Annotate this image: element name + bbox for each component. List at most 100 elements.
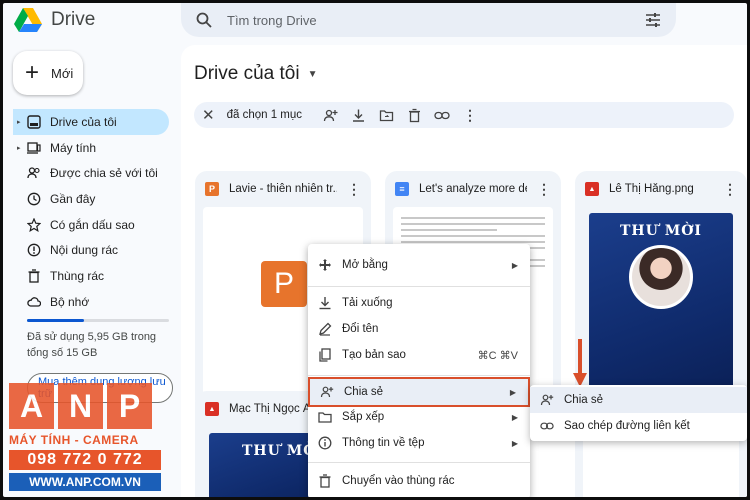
menu-item-label: Chia sẻ [564,394,603,406]
chevron-right-icon: ▶ [509,387,516,397]
trash-icon[interactable] [406,107,422,123]
menu-item-label: Sao chép đường liên kết [564,420,690,432]
menu-item-organize[interactable]: Sắp xếp ▶ [308,404,530,430]
text-line [401,235,545,237]
menu-item-share-with-people[interactable]: Chia sẻ [530,387,747,413]
watermark-letter: A [9,383,54,429]
menu-item-open-with[interactable]: Mở bằng ▶ [308,252,530,278]
cloud-icon [27,296,41,307]
context-menu: Mở bằng ▶ Tải xuống Đổi tên Tạo bản sao … [308,244,530,497]
menu-item-move-to-trash[interactable]: Chuyển vào thùng rác [308,468,530,494]
expand-arrow-icon[interactable]: ▸ [17,118,21,126]
keyboard-shortcut: ⌘C ⌘V [477,349,518,362]
trash-icon [318,474,332,488]
slides-file-icon: P [205,182,219,196]
menu-item-label: Chuyển vào thùng rác [342,475,455,487]
trash-icon [28,269,40,283]
search-input[interactable]: Tìm trong Drive [227,13,317,28]
menu-item-make-copy[interactable]: Tạo bản sao ⌘C ⌘V [308,342,530,368]
more-vert-icon[interactable]: ⋮ [347,181,361,198]
chevron-right-icon: ▶ [511,438,518,448]
text-line [401,229,497,231]
share-submenu: Chia sẻ Sao chép đường liên kết [530,385,747,441]
text-line [401,223,545,225]
slides-thumbnail-icon: P [261,261,307,307]
sidebar-item-starred[interactable]: Có gắn dấu sao [3,212,173,238]
move-icon [318,258,332,272]
move-to-folder-icon[interactable] [378,107,394,123]
sidebar-item-label: Máy tính [50,140,97,155]
expand-arrow-icon[interactable]: ▸ [17,144,21,152]
more-vert-icon[interactable]: ⋮ [723,181,737,198]
download-icon[interactable] [350,107,366,123]
menu-item-share[interactable]: Chia sẻ ▶ [308,377,530,407]
menu-item-label: Thông tin về tệp [342,437,425,449]
add-person-icon[interactable] [322,107,338,123]
chevron-right-icon: ▶ [511,412,518,422]
menu-item-file-info[interactable]: Thông tin về tệp ▶ [308,430,530,456]
search-options-icon[interactable] [644,11,662,29]
page-title-text: Drive của tôi [194,63,300,84]
computer-icon [27,141,41,154]
menu-divider [308,286,530,287]
menu-item-label: Chia sẻ [344,386,383,398]
more-vert-icon[interactable]: ⋮ [462,107,478,123]
sidebar-item-computers[interactable]: ▸ Máy tính [3,135,173,161]
watermark-website: WWW.ANP.COM.VN [9,473,161,491]
info-icon [318,436,332,450]
menu-item-copy-link[interactable]: Sao chép đường liên kết [530,413,747,439]
plus-icon: + [25,59,40,86]
close-icon[interactable]: ✕ [202,106,215,124]
file-card[interactable]: ▲ Lê Thị Hằng.png ⋮ THƯ MỜI [575,171,747,411]
chevron-down-icon[interactable]: ▼ [308,69,318,80]
sidebar-item-storage[interactable]: Bộ nhớ [3,289,173,315]
portrait-photo [629,245,693,309]
sidebar-nav: ▸ Drive của tôi ▸ Máy tính Được chia sẻ … [3,109,173,315]
image-file-icon: ▲ [205,402,219,416]
invitation-title: THƯ MỜI [620,223,702,239]
selection-count: đã chọn 1 mục [226,109,303,121]
sidebar-item-my-drive[interactable]: ▸ Drive của tôi [13,109,169,135]
selection-toolbar: ✕ đã chọn 1 mục ⋮ [194,102,734,128]
storage-progress-bar [27,319,169,322]
red-arrow-annotation [573,339,587,387]
rename-icon [318,322,332,336]
sidebar-item-label: Nội dung rác [50,243,119,258]
sidebar-item-label: Gần đây [50,191,96,206]
storage-progress-fill [27,319,84,322]
chevron-right-icon: ▶ [511,260,518,270]
search-bar[interactable]: Tìm trong Drive [181,3,676,37]
add-person-icon [320,385,334,399]
watermark-logo: A N P [9,383,161,429]
menu-item-download[interactable]: Tải xuống [308,290,530,316]
sidebar-item-trash[interactable]: Thùng rác [3,263,173,289]
menu-item-label: Đổi tên [342,323,379,335]
menu-divider [308,375,530,376]
menu-item-label: Mở bằng [342,259,388,271]
new-button[interactable]: + Mới [13,51,83,95]
sidebar-item-recent[interactable]: Gần đây [3,186,173,212]
search-icon[interactable] [195,11,213,29]
file-thumbnail: THƯ MỜI [583,207,739,411]
folder-icon [318,410,332,424]
page-title[interactable]: Drive của tôi ▼ [194,63,318,85]
invitation-image: THƯ MỜI [589,213,733,411]
menu-item-label: Tạo bản sao [342,349,406,361]
storage-usage-text: Đã sử dụng 5,95 GB trong tổng số 15 GB [27,331,157,359]
menu-item-rename[interactable]: Đổi tên [308,316,530,342]
more-vert-icon[interactable]: ⋮ [537,181,551,198]
download-icon [318,296,332,310]
sidebar-item-spam[interactable]: Nội dung rác [3,237,173,263]
sidebar-item-shared[interactable]: Được chia sẻ với tôi [3,160,173,186]
sidebar-item-label: Drive của tôi [50,114,117,129]
link-icon [540,419,554,433]
file-name: Lê Thị Hằng.png [609,183,694,195]
menu-item-label: Tải xuống [342,297,393,309]
clock-icon [27,192,41,206]
my-drive-icon [27,115,41,129]
text-line [401,217,545,219]
add-person-icon [540,393,554,407]
drive-logo-icon [14,8,42,32]
link-icon[interactable] [434,107,450,123]
drive-logo[interactable]: Drive [13,7,95,33]
